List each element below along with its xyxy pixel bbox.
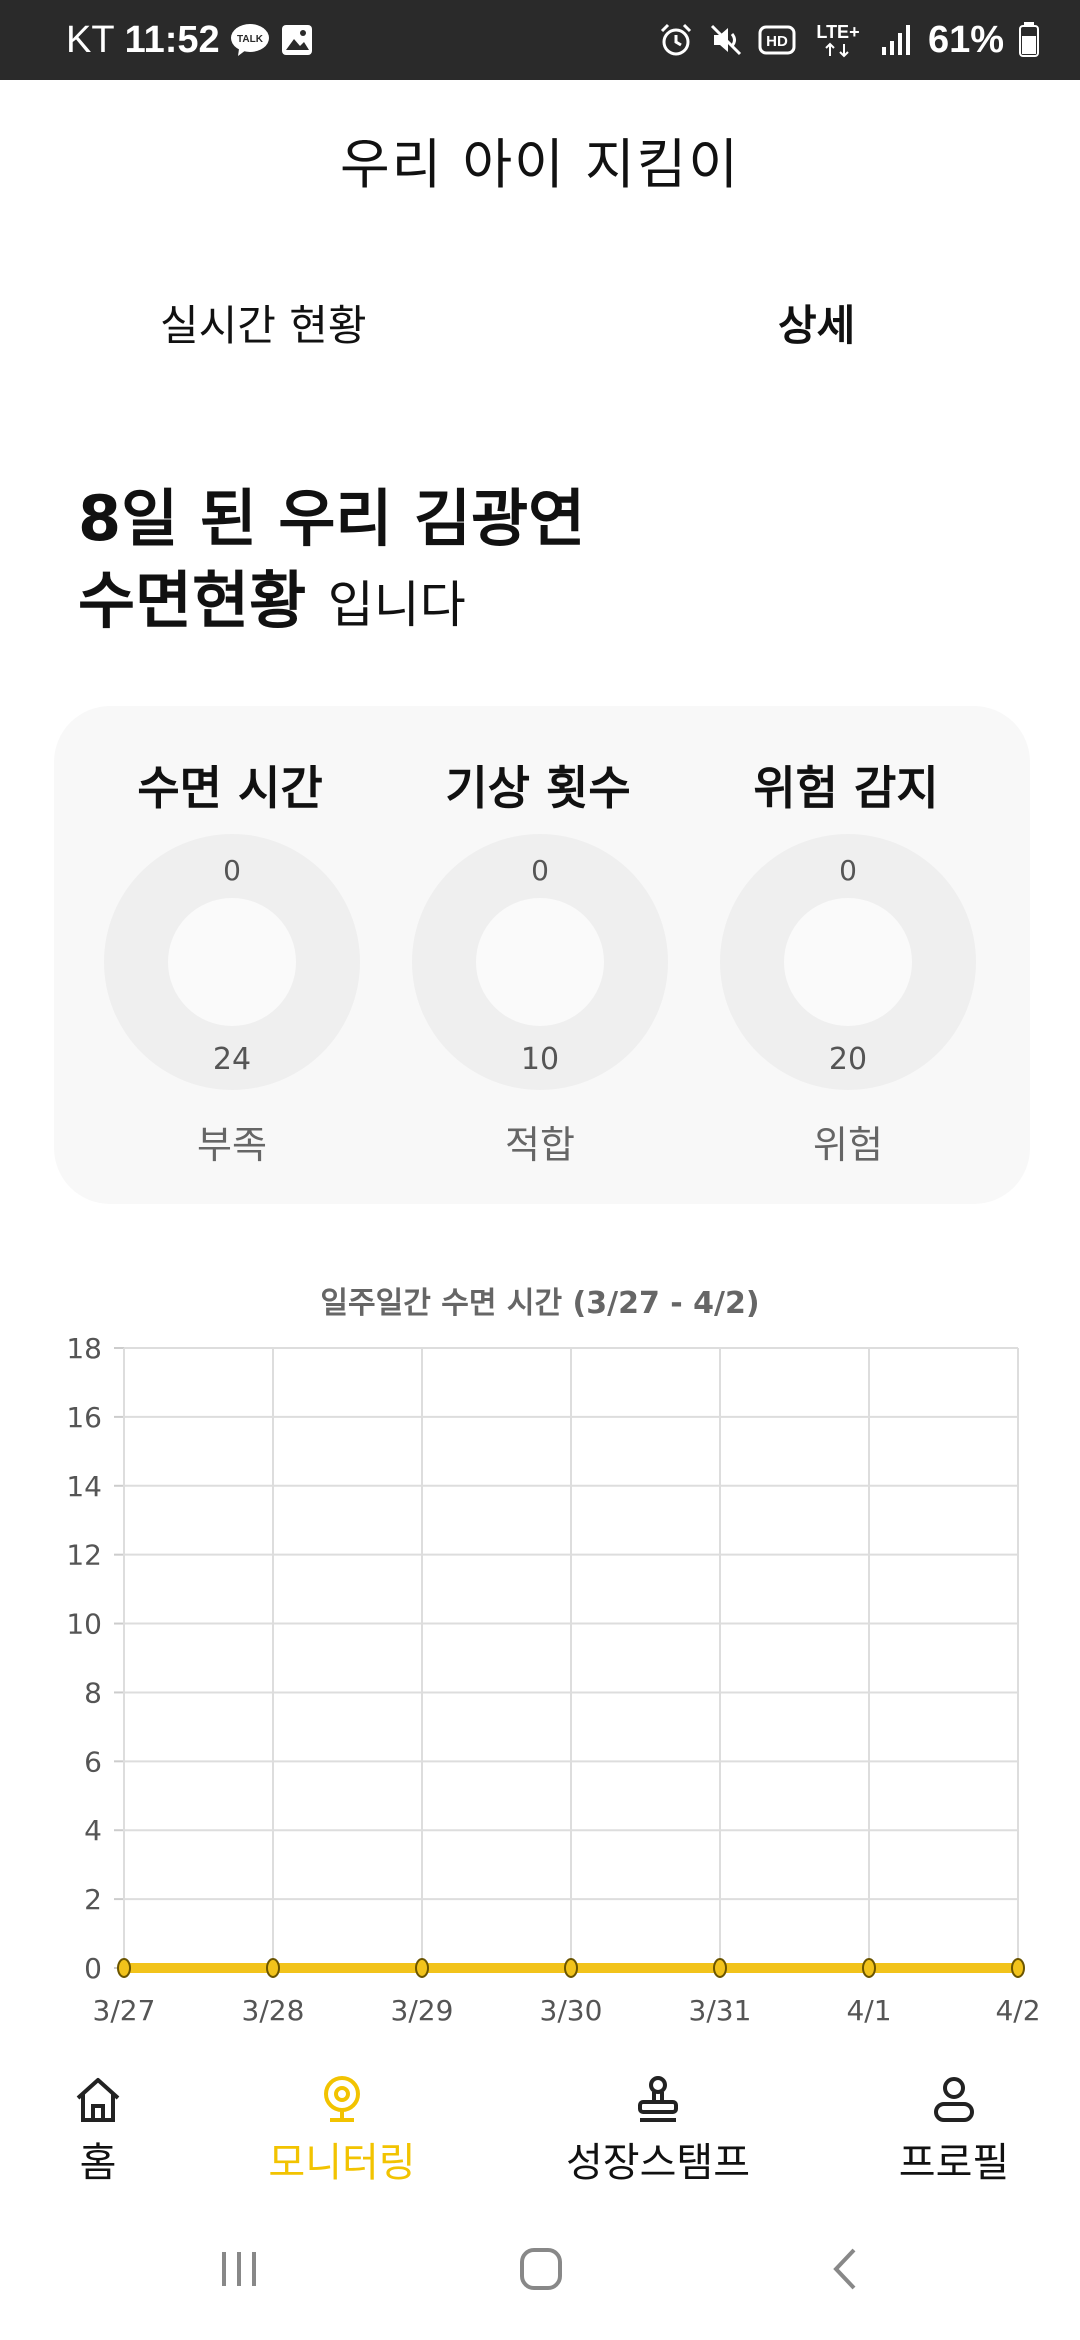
- data-point: [415, 1958, 429, 1978]
- tab-realtime-status[interactable]: 실시간 현황: [160, 292, 367, 353]
- data-point: [713, 1958, 727, 1978]
- metric-title: 수면 시간: [137, 761, 323, 815]
- gauge-min-label: 0: [223, 854, 241, 887]
- gauge-min-label: 0: [531, 854, 549, 887]
- carrier-label: KT: [66, 18, 115, 61]
- y-tick-label: 4: [84, 1814, 102, 1847]
- data-point: [117, 1958, 131, 1978]
- status-bar-right: HD LTE+ 61%: [658, 0, 1040, 80]
- battery-percent: 61%: [927, 18, 1004, 61]
- system-nav-bar: [0, 2230, 1080, 2320]
- x-tick-label: 3/31: [689, 1994, 752, 2027]
- nav-profile-label: 프로필: [898, 2140, 1010, 2186]
- chart-title: 일주일간 수면 시간 (3/27 - 4/2): [320, 1286, 760, 1321]
- gauge-max-label: 10: [520, 1042, 560, 1077]
- nav-monitoring-label: 모니터링: [268, 2140, 416, 2186]
- metric-status: 부족: [197, 1123, 267, 1167]
- svg-text:HD: HD: [766, 33, 788, 50]
- alarm-icon: [658, 22, 694, 58]
- app-title: 우리 아이 지킴이: [339, 133, 741, 196]
- x-tick-label: 4/2: [995, 1994, 1040, 2027]
- x-tick-label: 4/1: [846, 1994, 891, 2027]
- status-bar: KT 11:52 TALK HD LTE+ 61%: [0, 0, 1080, 80]
- tab-detail[interactable]: 상세: [778, 292, 855, 353]
- y-tick-label: 12: [66, 1539, 102, 1572]
- status-bar-left: KT 11:52 TALK: [66, 0, 314, 80]
- talk-badge-text: TALK: [237, 34, 264, 45]
- weekly-sleep-chart: 0 2 4 6 8 10 12 14 16 18 3/27 3/28 3/29 3/30 3/31 4/1 4/…: [66, 1332, 1040, 2027]
- battery-icon: [1018, 22, 1040, 58]
- metric-title: 위험 감지: [753, 761, 939, 815]
- home-icon: [76, 2078, 120, 2122]
- x-tick-label: 3/29: [391, 1994, 454, 2027]
- home-button-icon[interactable]: [516, 2244, 566, 2294]
- data-point: [564, 1958, 578, 1978]
- y-tick-label: 8: [84, 1676, 102, 1709]
- metric-status: 적합: [505, 1123, 575, 1167]
- back-icon[interactable]: [822, 2244, 872, 2294]
- headline-suffix: 입니다: [327, 576, 466, 634]
- kakaotalk-icon: TALK: [230, 23, 270, 57]
- stamp-icon: [638, 2076, 678, 2122]
- person-icon: [934, 2077, 974, 2122]
- x-tick-label: 3/27: [93, 1994, 156, 2027]
- signal-icon: [880, 23, 914, 57]
- y-tick-label: 16: [66, 1401, 102, 1434]
- bottom-nav: 홈 모니터링 성장스탬프 프로필: [0, 2074, 1080, 2204]
- metric-status: 위험: [813, 1123, 883, 1167]
- recent-apps-icon[interactable]: [214, 2244, 264, 2294]
- nav-home-label: 홈: [79, 2140, 117, 2186]
- nav-monitoring[interactable]: 모니터링: [262, 2074, 422, 2188]
- mute-icon: [708, 22, 744, 58]
- headline-line2: 수면현황 입니다: [78, 560, 585, 646]
- metric-title: 기상 횟수: [445, 761, 631, 815]
- clock: 11:52: [124, 18, 220, 61]
- hd-voice-icon: HD: [758, 23, 796, 57]
- data-point: [266, 1958, 280, 1978]
- y-tick-label: 10: [66, 1608, 102, 1641]
- gauge-hole: [784, 898, 912, 1026]
- gauge-min-label: 0: [839, 854, 857, 887]
- network-type-text: LTE+: [816, 22, 859, 42]
- data-point: [1011, 1958, 1025, 1978]
- headline-main: 수면현황: [78, 564, 307, 637]
- gauge-max-label: 20: [828, 1042, 868, 1077]
- headline-line1: 8일 된 우리 김광연: [78, 482, 586, 555]
- nav-home[interactable]: 홈: [64, 2074, 132, 2188]
- sleep-summary-card: 수면 시간 0 24 부족 기상 횟수 0 10 적합 위험 감지 0 20 위…: [54, 706, 1030, 1204]
- webcam-icon: [324, 2076, 360, 2122]
- gauge-max-label: 24: [212, 1042, 252, 1077]
- y-tick-label: 18: [66, 1332, 102, 1365]
- nav-growth-stamp-label: 성장스탬프: [566, 2140, 750, 2186]
- sleep-headline: 8일 된 우리 김광연 수면현황 입니다: [78, 478, 585, 646]
- x-tick-label: 3/28: [242, 1994, 305, 2027]
- gallery-icon: [280, 23, 314, 57]
- x-tick-label: 3/30: [540, 1994, 603, 2027]
- y-tick-label: 0: [84, 1952, 102, 1985]
- y-tick-label: 2: [84, 1883, 102, 1916]
- y-tick-label: 14: [66, 1470, 102, 1503]
- gauge-hole: [476, 898, 604, 1026]
- nav-growth-stamp[interactable]: 성장스탬프: [560, 2074, 756, 2188]
- lte-icon: LTE+: [810, 20, 866, 60]
- y-tick-label: 6: [84, 1745, 102, 1778]
- gauge-hole: [168, 898, 296, 1026]
- data-point: [862, 1958, 876, 1978]
- nav-profile[interactable]: 프로필: [892, 2074, 1016, 2188]
